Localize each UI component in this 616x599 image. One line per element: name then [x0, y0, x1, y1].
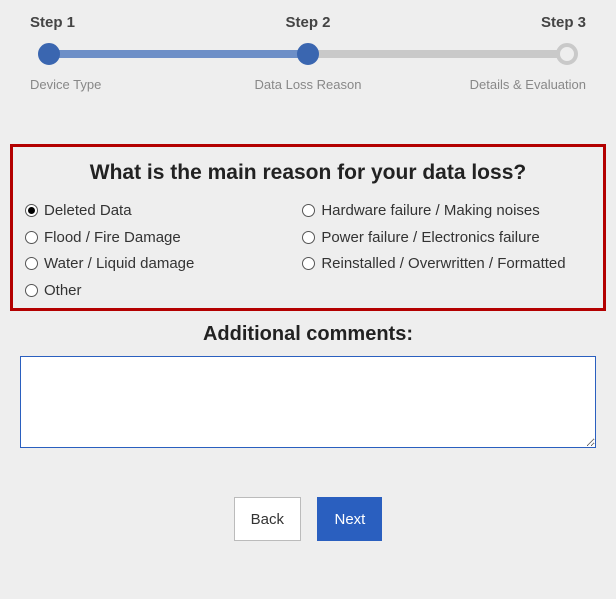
step-1-dot[interactable] — [38, 43, 60, 65]
options-col-right: Hardware failure / Making noises Power f… — [302, 201, 591, 300]
options: Deleted Data Flood / Fire Damage Water /… — [25, 201, 591, 300]
step-1-bottom: Device Type — [30, 77, 190, 92]
option-hw-failure[interactable]: Hardware failure / Making noises — [302, 201, 591, 221]
option-deleted-data[interactable]: Deleted Data — [25, 201, 302, 221]
step-labels-top: Step 1 Step 2 Step 3 — [30, 14, 586, 31]
next-button[interactable]: Next — [317, 497, 382, 541]
option-label: Hardware failure / Making noises — [321, 201, 539, 221]
option-reinstalled[interactable]: Reinstalled / Overwritten / Formatted — [302, 254, 591, 274]
radio-icon — [302, 231, 315, 244]
step-2-top: Step 2 — [150, 14, 466, 31]
option-label: Reinstalled / Overwritten / Formatted — [321, 254, 565, 274]
step-3-top: Step 3 — [466, 14, 586, 31]
step-2-bottom: Data Loss Reason — [190, 77, 426, 92]
radio-icon — [25, 257, 38, 270]
option-water-liquid[interactable]: Water / Liquid damage — [25, 254, 302, 274]
comments-wrap — [0, 346, 616, 453]
radio-icon — [302, 257, 315, 270]
buttons-row: Back Next — [0, 497, 616, 541]
option-flood-fire[interactable]: Flood / Fire Damage — [25, 228, 302, 248]
option-label: Deleted Data — [44, 201, 132, 221]
stepper: Step 1 Step 2 Step 3 Device Type Data Lo… — [0, 0, 616, 92]
step-labels-bottom: Device Type Data Loss Reason Details & E… — [30, 77, 586, 92]
step-2-dot[interactable] — [297, 43, 319, 65]
step-1-top: Step 1 — [30, 14, 150, 31]
option-other[interactable]: Other — [25, 281, 302, 301]
option-label: Other — [44, 281, 82, 301]
option-label: Water / Liquid damage — [44, 254, 194, 274]
option-power-failure[interactable]: Power failure / Electronics failure — [302, 228, 591, 248]
stepper-bar-fill — [42, 50, 308, 58]
comments-title: Additional comments: — [0, 323, 616, 346]
radio-icon — [302, 204, 315, 217]
radio-icon — [25, 204, 38, 217]
step-3-bottom: Details & Evaluation — [426, 77, 586, 92]
back-button[interactable]: Back — [234, 497, 301, 541]
comments-textarea[interactable] — [20, 356, 596, 448]
radio-icon — [25, 231, 38, 244]
step-3-dot[interactable] — [556, 43, 578, 65]
options-col-left: Deleted Data Flood / Fire Damage Water /… — [25, 201, 302, 300]
option-label: Power failure / Electronics failure — [321, 228, 539, 248]
question-title: What is the main reason for your data lo… — [25, 161, 591, 185]
option-label: Flood / Fire Damage — [44, 228, 181, 248]
radio-icon — [25, 284, 38, 297]
stepper-track — [42, 41, 574, 67]
question-box: What is the main reason for your data lo… — [10, 144, 606, 311]
